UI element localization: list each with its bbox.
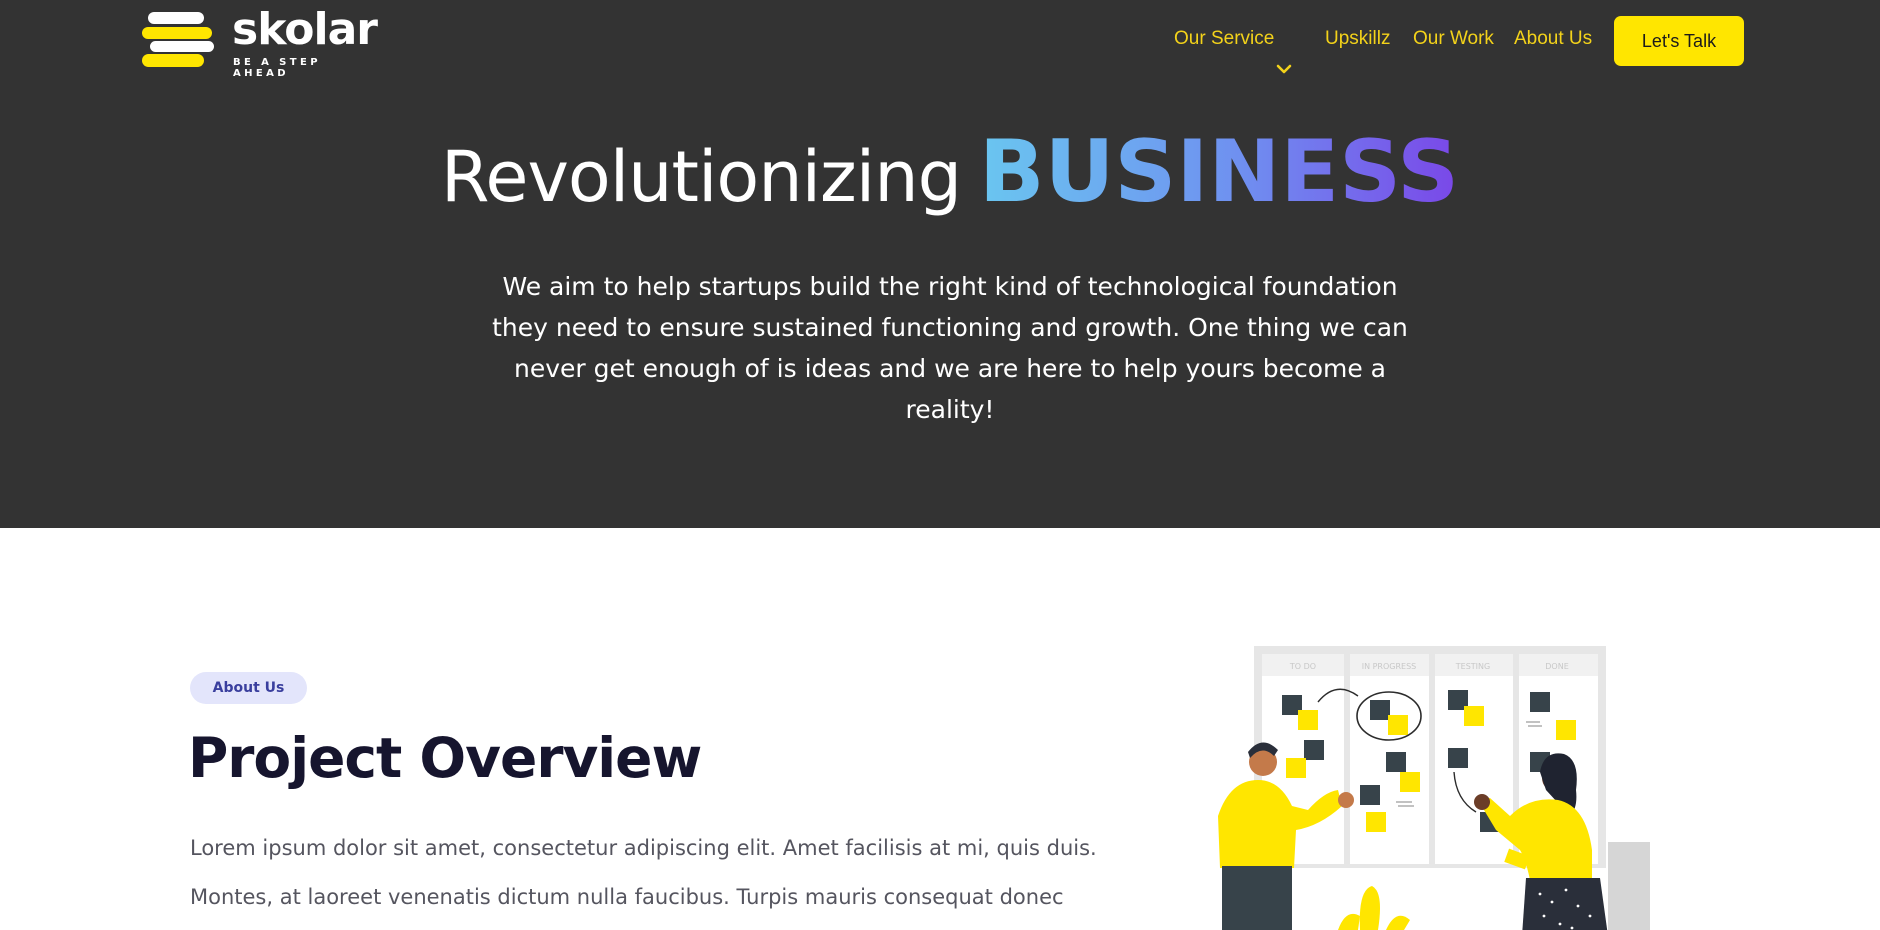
main-nav: Our Service Upskillz Our Work About Us: [0, 28, 1880, 74]
column-done-label: DONE: [1545, 662, 1569, 671]
chevron-down-icon[interactable]: [1276, 63, 1292, 75]
hero-section: skolar BE A STEP AHEAD Our Service Upski…: [0, 0, 1880, 528]
lets-talk-button[interactable]: Let's Talk: [1614, 16, 1744, 66]
kanban-team-illustration: TO DO IN PROGRESS TESTING DONE: [1218, 646, 1650, 930]
logo-tagline: BE A STEP AHEAD: [233, 57, 321, 79]
nav-our-work[interactable]: Our Work: [1413, 28, 1494, 50]
nav-about-us[interactable]: About Us: [1514, 28, 1592, 50]
body-line-1: Lorem ipsum dolor sit amet, consectetur …: [190, 836, 1097, 860]
section-title: Project Overview: [188, 726, 702, 790]
column-inprogress-label: IN PROGRESS: [1362, 662, 1417, 671]
column-todo-label: TO DO: [1289, 662, 1316, 671]
about-us-badge: About Us: [190, 672, 307, 704]
hero-title-plain: Revolutionizing: [440, 136, 962, 218]
section-body: Lorem ipsum dolor sit amet, consectetur …: [190, 824, 1120, 922]
column-testing-label: TESTING: [1455, 662, 1490, 671]
nav-our-service[interactable]: Our Service: [1174, 28, 1274, 50]
nav-upskillz[interactable]: Upskillz: [1325, 28, 1390, 50]
hero-title: Revolutionizing BUSINESS: [0, 122, 1880, 222]
hero-description: We aim to help startups build the right …: [492, 272, 1408, 424]
hero-title-highlight: BUSINESS: [979, 122, 1460, 222]
body-line-2: Montes, at laoreet venenatis dictum null…: [190, 885, 1064, 909]
